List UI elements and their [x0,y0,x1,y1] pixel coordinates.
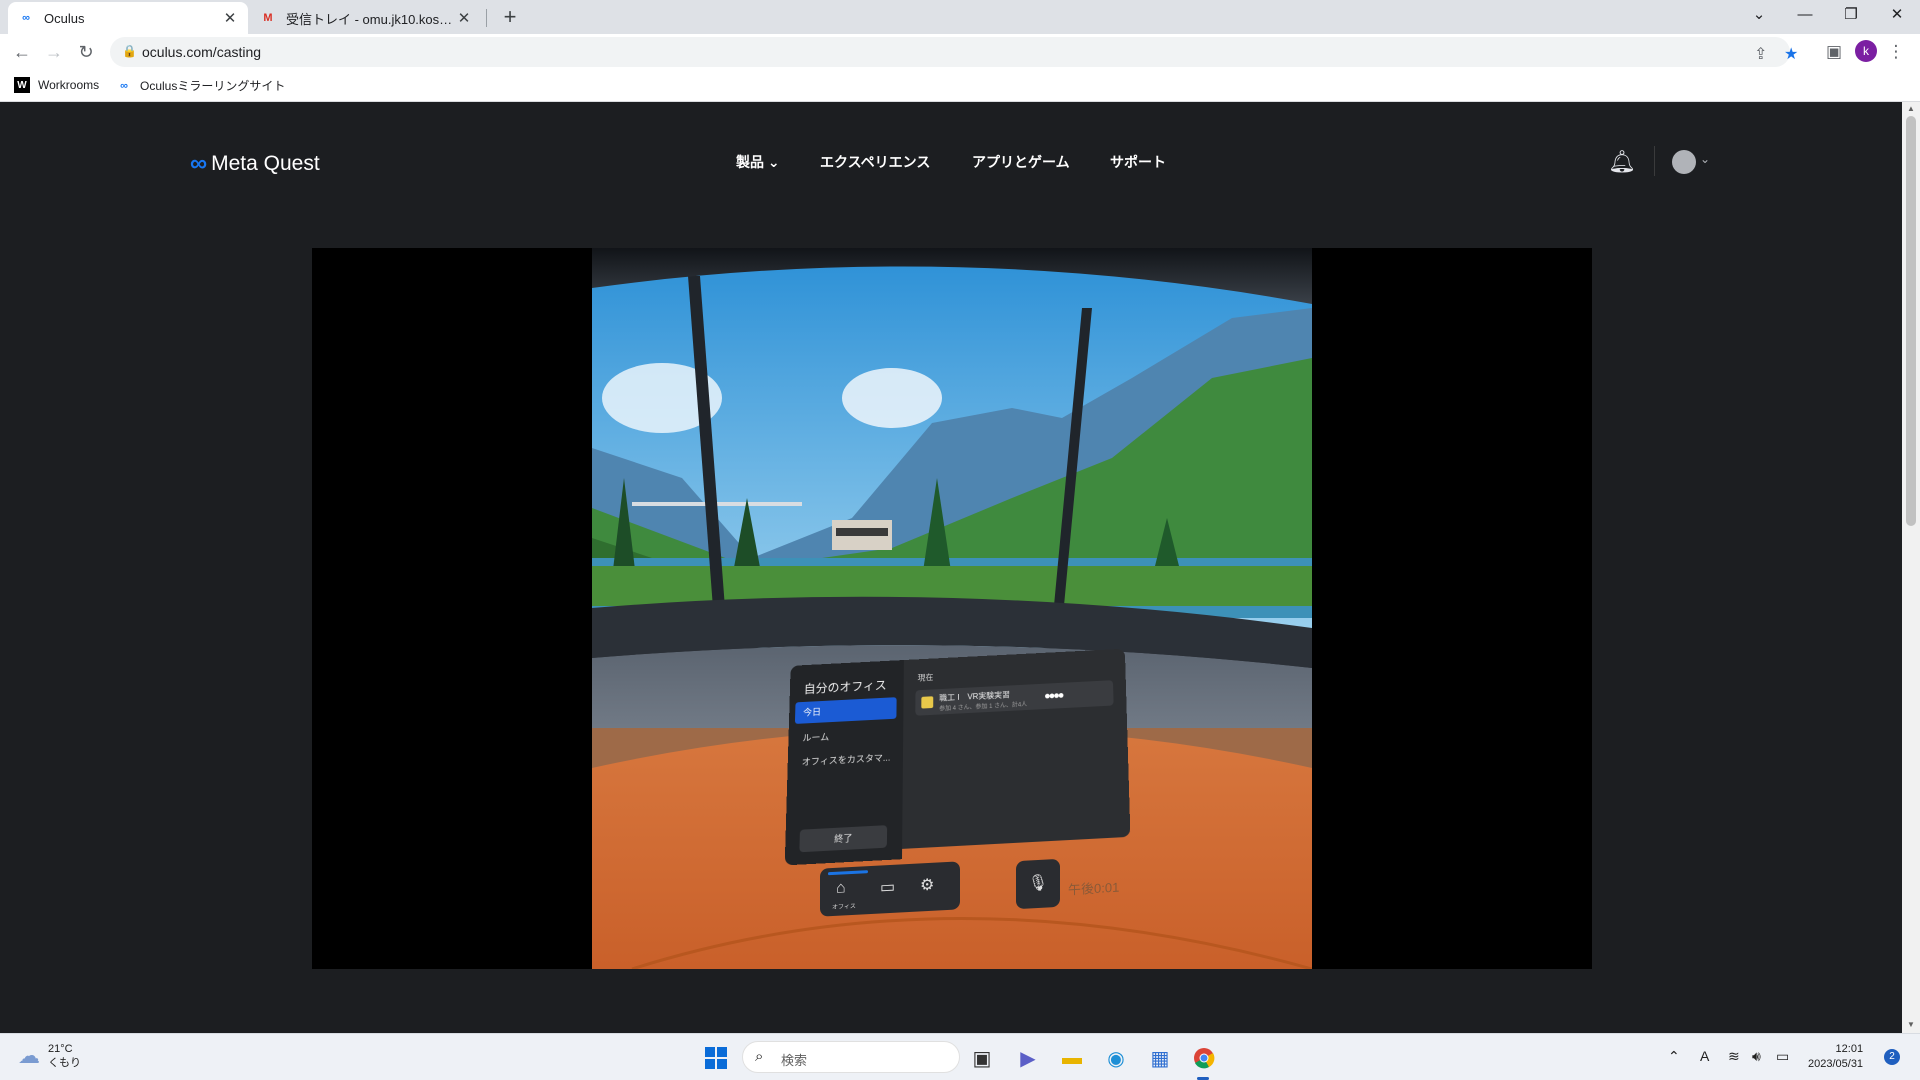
weather-temp: 21°C [48,1042,81,1056]
volume-icon[interactable]: 🔊︎ [1752,1048,1761,1065]
address-bar[interactable]: 🔒 oculus.com/casting ⇪ ★ [110,37,1790,67]
reload-button[interactable]: ↻ [72,38,100,66]
meta-favicon-icon: ∞ [116,78,132,94]
vr-office-menu: 自分のオフィス 今日 ルーム オフィスをカスタマ... 終了 現在 職工 I V… [785,649,1131,866]
back-button[interactable]: ← [8,38,36,66]
close-tab-icon[interactable]: ✕ [222,9,238,27]
scrollbar-thumb[interactable] [1906,116,1916,526]
profile-avatar[interactable]: k [1855,40,1877,62]
vr-menu-panel: 現在 職工 I VR実験実習 参加 4 さん、参加 1 さん、計4人 ●●●● [902,649,1130,849]
edge-browser-icon[interactable]: ◉ [1100,1042,1132,1074]
microsoft-store-icon[interactable]: ▦ [1144,1042,1176,1074]
browser-toolbar: ← → ↻ 🔒 oculus.com/casting ⇪ ★ ▣ ⋮ [0,34,1920,70]
notifications-bell-icon[interactable]: 🔔︎ [1608,149,1636,175]
taskbar-search[interactable]: ⌕ 検索 [742,1041,960,1073]
vr-menu-item-today: 今日 [795,697,897,724]
meeting-icon [921,696,933,708]
wifi-icon[interactable]: ≋ [1728,1048,1740,1065]
battery-icon[interactable]: ▭ [1776,1048,1789,1065]
participant-avatars-icon: ●●●● [1044,690,1063,703]
close-tab-icon[interactable]: ✕ [456,9,472,27]
vr-menu-title: 自分のオフィス [804,676,887,697]
close-window-button[interactable]: ✕ [1874,0,1920,30]
lock-icon[interactable]: 🔒 [122,44,137,58]
vr-dock-label: オフィス [832,901,856,911]
gear-icon: ⚙ [920,875,934,896]
forward-button[interactable]: → [40,38,68,66]
show-hidden-icons-chevron-icon[interactable]: ⌃ [1668,1048,1680,1065]
windows-taskbar: ☁ 21°C くもり ⌕ 検索 ▣ ▶ ▬ ◉ ▦ ⌃ A ≋ 🔊︎ ▭ 12:… [0,1033,1920,1080]
nav-experiences[interactable]: エクスペリエンス [820,152,930,172]
meta-logo-icon: ∞ [190,150,207,178]
url-text[interactable]: oculus.com/casting [142,44,261,60]
windows-start-icon[interactable] [700,1042,732,1074]
cloud-icon: ☁ [18,1043,40,1069]
tab-gmail[interactable]: M 受信トレイ - omu.jk10.kosen@gmail.com ✕ [250,2,482,34]
nav-support[interactable]: サポート [1110,152,1166,172]
workrooms-icon: W [14,77,30,93]
bookmark-label: Workrooms [38,78,99,92]
bookmark-star-icon[interactable]: ★ [1784,44,1798,64]
new-tab-button[interactable]: + [496,3,524,31]
home-icon: ⌂ [836,879,846,898]
restore-button[interactable]: ❐ [1828,0,1874,30]
tab-oculus[interactable]: ∞ Oculus ✕ [8,2,248,34]
weather-widget[interactable]: ☁ 21°C くもり [18,1042,81,1070]
weather-desc: くもり [48,1056,81,1070]
file-explorer-icon[interactable]: ▬ [1056,1042,1088,1074]
user-account-icon[interactable] [1672,150,1696,174]
search-icon: ⌕ [755,1048,763,1065]
vr-menu-item-rooms: ルーム [794,723,896,750]
tab-search-chevron-icon[interactable]: ⌄ [1736,0,1782,30]
bookmark-workrooms[interactable]: W Workrooms [14,77,99,93]
vr-menu-end-button: 終了 [799,825,887,852]
nav-apps-games[interactable]: アプリとゲーム [972,152,1070,172]
bookmark-oculus-mirroring[interactable]: ∞ Oculusミラーリングサイト [116,77,285,94]
vr-meeting-card: 職工 I VR実験実習 参加 4 さん、参加 1 さん、計4人 ●●●● [915,680,1113,716]
microphone-icon: 🎙︎ [1016,859,1060,909]
vr-menu-sidebar: 自分のオフィス 今日 ルーム オフィスをカスタマ... 終了 [785,660,904,865]
tab-divider [486,9,487,27]
gmail-favicon-icon: M [260,10,276,26]
scroll-up-icon[interactable]: ▲ [1906,104,1916,113]
bookmarks-bar: W Workrooms ∞ Oculusミラーリングサイト [0,70,1920,102]
meta-quest-logo[interactable]: ∞ Meta Quest [190,150,320,178]
bookmark-label: Oculusミラーリングサイト [140,77,285,94]
ime-indicator[interactable]: A [1700,1048,1709,1064]
clock-time: 12:01 [1808,1042,1863,1057]
task-view-icon[interactable]: ▣ [966,1042,998,1074]
vr-menu-item-customize: オフィスをカスタマ... [793,746,896,773]
menu-kebab-icon[interactable]: ⋮ [1882,38,1910,66]
casting-video-frame: 自分のオフィス 今日 ルーム オフィスをカスタマ... 終了 現在 職工 I V… [312,248,1592,969]
clock-date: 2023/05/31 [1808,1057,1863,1072]
side-panel-icon[interactable]: ▣ [1820,38,1848,66]
notification-badge[interactable]: 2 [1884,1049,1900,1065]
search-placeholder: 検索 [781,1050,807,1069]
meta-favicon-icon: ∞ [18,10,34,26]
chrome-browser-icon[interactable] [1188,1042,1220,1074]
vr-clock: 午後0:01 [1068,877,1119,899]
vr-panel-header: 現在 [918,672,934,683]
header-divider [1654,146,1655,176]
vr-dock-active-bar [828,870,868,875]
nav-products[interactable]: 製品 ⌄ [736,152,780,172]
vr-dock: ⌂ オフィス ▭ ⚙ [820,861,960,916]
tab-title: 受信トレイ - omu.jk10.kosen@gmail.com [286,9,456,28]
screen-icon: ▭ [880,877,895,898]
system-clock[interactable]: 12:01 2023/05/31 [1808,1042,1863,1072]
tab-strip: ∞ Oculus ✕ M 受信トレイ - omu.jk10.kosen@gmai… [0,0,1920,34]
share-icon[interactable]: ⇪ [1754,44,1767,64]
page-content: ∞ Meta Quest 製品 ⌄ エクスペリエンス アプリとゲーム サポート … [0,102,1902,1033]
vr-scene: 自分のオフィス 今日 ルーム オフィスをカスタマ... 終了 現在 職工 I V… [592,248,1312,969]
teams-chat-icon[interactable]: ▶ [1012,1042,1044,1074]
minimize-button[interactable]: — [1782,0,1828,30]
page-scrollbar[interactable]: ▲ ▼ [1902,102,1920,1033]
scroll-down-icon[interactable]: ▼ [1906,1020,1916,1029]
logo-text: Meta Quest [211,152,320,176]
chevron-down-icon[interactable]: ⌄ [1700,152,1710,166]
tab-title: Oculus [44,11,222,26]
